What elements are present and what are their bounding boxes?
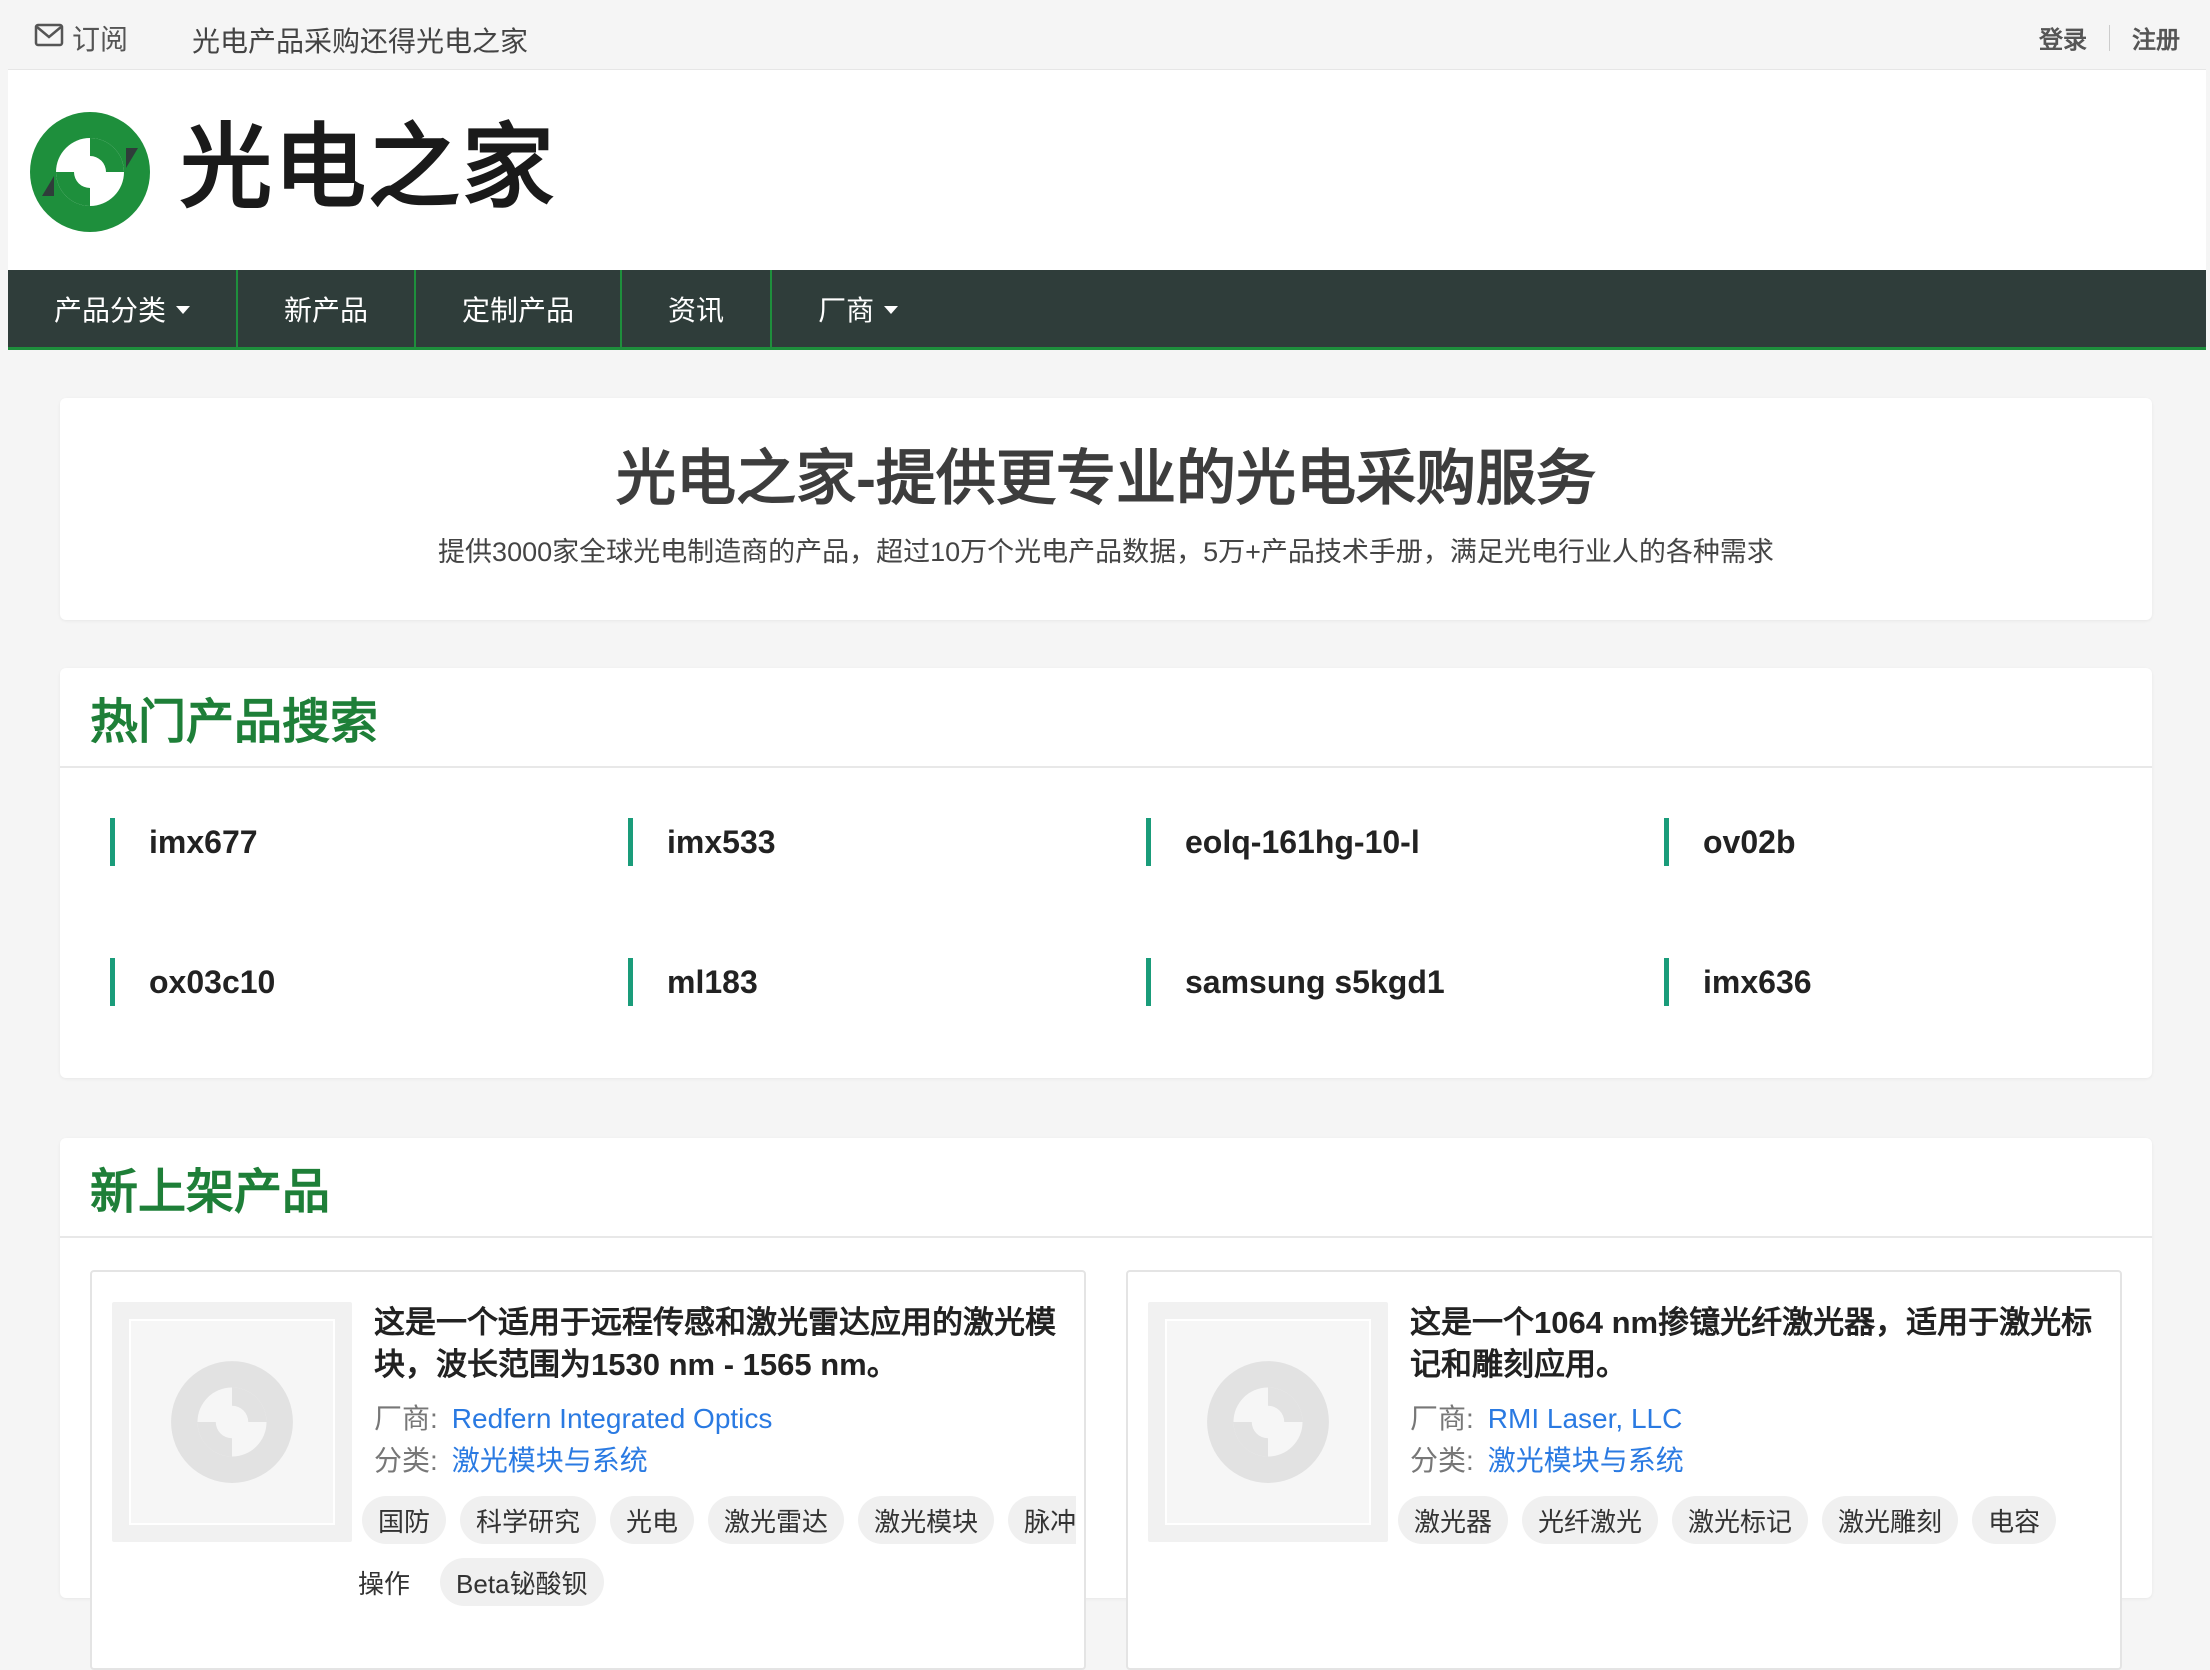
tag[interactable]: 电容 [1972, 1496, 2057, 1544]
tag-list: 国防 科学研究 光电 激光雷达 激光模块 脉冲 [362, 1496, 1082, 1544]
nav-manufacturers[interactable]: 厂商 [772, 270, 944, 347]
vendor-row: 厂商: RMI Laser, LLC [1410, 1398, 2100, 1440]
nav-label: 定制产品 [462, 294, 575, 326]
placeholder-logo-icon [129, 1319, 335, 1525]
nav-label: 新产品 [284, 294, 369, 326]
product-card[interactable]: 这是一个适用于远程传感和激光雷达应用的激光模块，波长范围为1530 nm - 1… [90, 1270, 1086, 1670]
hot-search-panel: 热门产品搜索 imx677 imx533 eolq-161hg-10-l ov0… [60, 668, 2152, 1078]
tag[interactable]: 光电 [610, 1496, 695, 1544]
accent-bar [1146, 818, 1151, 866]
category-link[interactable]: 激光模块与系统 [452, 1445, 648, 1476]
hot-search-list: imx677 imx533 eolq-161hg-10-l ov02b ox03… [60, 768, 2152, 1006]
tag[interactable]: 操作 [358, 1558, 426, 1606]
hot-search-label: ov02b [1703, 823, 1796, 860]
hot-search-label: imx677 [149, 823, 258, 860]
tag[interactable]: 激光雷达 [708, 1496, 845, 1544]
hot-search-item[interactable]: ov02b [1664, 818, 2182, 866]
category-link[interactable]: 激光模块与系统 [1488, 1445, 1684, 1476]
hot-search-item[interactable]: imx636 [1664, 958, 2182, 1006]
hot-search-item[interactable]: samsung s5kgd1 [1146, 958, 1664, 1006]
nav-new-products[interactable]: 新产品 [238, 270, 417, 347]
category-row: 分类: 激光模块与系统 [374, 1440, 1064, 1482]
product-thumbnail[interactable] [112, 1302, 352, 1542]
category-key: 分类: [1410, 1445, 1474, 1476]
mail-icon [34, 22, 72, 54]
product-meta: 厂商: RMI Laser, LLC 分类: 激光模块与系统 [1410, 1398, 2100, 1482]
product-card[interactable]: 这是一个1064 nm掺镱光纤激光器，适用于激光标记和雕刻应用。 厂商: RMI … [1126, 1270, 2122, 1670]
product-info: 这是一个适用于远程传感和激光雷达应用的激光模块，波长范围为1530 nm - 1… [374, 1302, 1064, 1482]
register-link[interactable]: 注册 [2132, 20, 2180, 55]
product-meta: 厂商: Redfern Integrated Optics 分类: 激光模块与系统 [374, 1398, 1064, 1482]
hero-subtitle: 提供3000家全球光电制造商的产品，超过10万个光电产品数据，5万+产品技术手册… [438, 537, 1774, 567]
new-products-title: 新上架产品 [60, 1138, 2152, 1238]
tag[interactable]: 科学研究 [460, 1496, 597, 1544]
accent-bar [110, 958, 115, 1006]
product-info: 这是一个1064 nm掺镱光纤激光器，适用于激光标记和雕刻应用。 厂商: RMI … [1410, 1302, 2100, 1482]
tag[interactable]: 脉冲 [1008, 1496, 1077, 1544]
product-title[interactable]: 这是一个适用于远程传感和激光雷达应用的激光模块，波长范围为1530 nm - 1… [374, 1302, 1064, 1386]
nav-label: 资讯 [668, 294, 725, 326]
tag[interactable]: 激光雕刻 [1822, 1496, 1959, 1544]
vendor-link[interactable]: Redfern Integrated Optics [452, 1403, 773, 1434]
tag[interactable]: 激光标记 [1672, 1496, 1809, 1544]
subscribe-label: 订阅 [72, 24, 129, 55]
tag[interactable]: 激光模块 [858, 1496, 995, 1544]
hot-search-item[interactable]: ml183 [628, 958, 1146, 1006]
category-key: 分类: [374, 1445, 438, 1476]
tag-list: 激光器 光纤激光 激光标记 激光雕刻 电容 [1398, 1496, 2118, 1544]
vendor-link[interactable]: RMI Laser, LLC [1488, 1403, 1683, 1434]
top-bar: 订阅 光电产品采购还得光电之家 登录 注册 [8, 0, 2206, 70]
nav-custom-products[interactable]: 定制产品 [416, 270, 623, 347]
hero-banner: 光电之家-提供更专业的光电采购服务 提供3000家全球光电制造商的产品，超过10… [60, 398, 2152, 620]
tag-list-row2: 操作 Beta铋酸钡 [358, 1558, 604, 1606]
hot-search-label: ox03c10 [149, 963, 276, 1000]
hot-search-item[interactable]: eolq-161hg-10-l [1146, 818, 1664, 866]
nav-product-categories[interactable]: 产品分类 [8, 270, 239, 347]
caret-down-icon [176, 306, 191, 314]
hot-search-item[interactable]: imx677 [110, 818, 628, 866]
tag[interactable]: 激光器 [1398, 1496, 1509, 1544]
nav-news[interactable]: 资讯 [622, 270, 773, 347]
category-row: 分类: 激光模块与系统 [1410, 1440, 2100, 1482]
hot-search-item[interactable]: ox03c10 [110, 958, 628, 1006]
vendor-key: 厂商: [1410, 1403, 1474, 1434]
accent-bar [628, 958, 633, 1006]
vendor-key: 厂商: [374, 1403, 438, 1434]
accent-bar [1146, 958, 1151, 1006]
login-link[interactable]: 登录 [2039, 20, 2087, 55]
site-logo-text[interactable]: 光电之家 [180, 122, 556, 214]
tag[interactable]: 光纤激光 [1522, 1496, 1659, 1544]
accent-bar [1664, 958, 1669, 1006]
hot-search-label: ml183 [667, 963, 758, 1000]
hot-search-label: samsung s5kgd1 [1185, 963, 1445, 1000]
accent-bar [110, 818, 115, 866]
accent-bar [1664, 818, 1669, 866]
page: 订阅 光电产品采购还得光电之家 登录 注册 光电之家 产品分类 新产品 定制产品… [8, 0, 2206, 1670]
auth-links: 登录 注册 [2039, 20, 2180, 55]
placeholder-logo-icon [1165, 1319, 1371, 1525]
nav-label: 产品分类 [54, 294, 167, 326]
product-title[interactable]: 这是一个1064 nm掺镱光纤激光器，适用于激光标记和雕刻应用。 [1410, 1302, 2100, 1386]
accent-bar [628, 818, 633, 866]
tag[interactable]: 国防 [362, 1496, 447, 1544]
hero-title: 光电之家-提供更专业的光电采购服务 [616, 445, 1596, 512]
caret-down-icon [884, 306, 899, 314]
hot-search-label: imx533 [667, 823, 776, 860]
site-logo-icon[interactable] [26, 108, 154, 241]
hot-search-label: imx636 [1703, 963, 1812, 1000]
hot-search-title: 热门产品搜索 [60, 668, 2152, 768]
site-slogan: 光电产品采购还得光电之家 [192, 26, 529, 57]
site-header: 光电之家 [8, 70, 2206, 270]
product-card-list: 这是一个适用于远程传感和激光雷达应用的激光模块，波长范围为1530 nm - 1… [60, 1238, 2152, 1670]
vendor-row: 厂商: Redfern Integrated Optics [374, 1398, 1064, 1440]
divider [2109, 24, 2110, 51]
main-nav: 产品分类 新产品 定制产品 资讯 厂商 [8, 270, 2206, 350]
subscribe-link[interactable]: 订阅 [34, 18, 128, 58]
nav-label: 厂商 [818, 294, 875, 326]
hot-search-label: eolq-161hg-10-l [1185, 823, 1420, 860]
product-thumbnail[interactable] [1148, 1302, 1388, 1542]
tag[interactable]: Beta铋酸钡 [440, 1558, 604, 1606]
hot-search-item[interactable]: imx533 [628, 818, 1146, 866]
new-products-panel: 新上架产品 这是一个适用于远程传感和激光雷达应用的激光模块，波长范围为1530 … [60, 1138, 2152, 1670]
